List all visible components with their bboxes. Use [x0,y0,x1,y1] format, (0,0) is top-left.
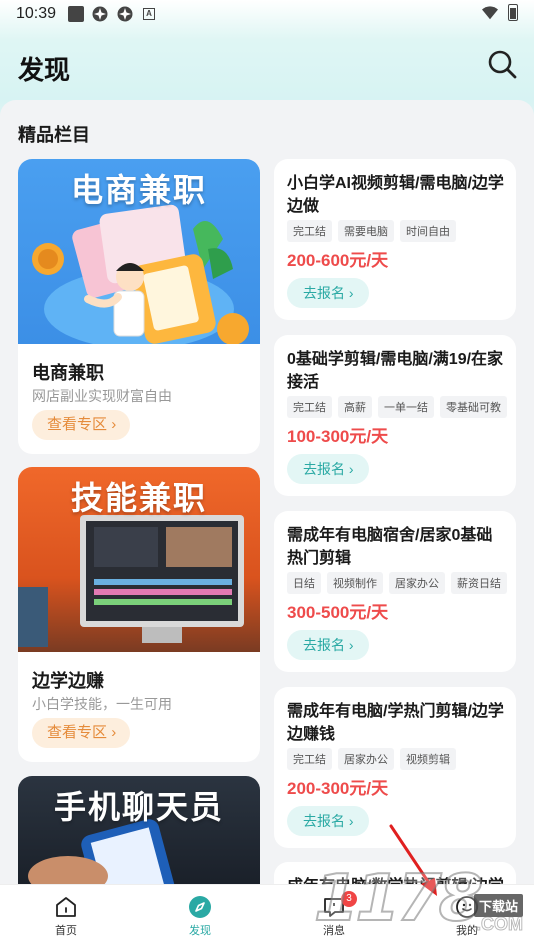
job-tags: 完工结 高薪 一单一结 零基础可教 [287,396,507,418]
job-pay: 200-600元/天 [287,251,389,270]
job-tags: 日结 视频制作 居家办公 薪资日结 [287,572,507,594]
job-pay: 100-300元/天 [287,427,389,446]
chevron-right-icon: › [111,724,117,741]
job-card[interactable]: 小白学AI视频剪辑/需电脑/边学边做 完工结 需要电脑 时间自由 200-600… [274,159,516,320]
apply-button[interactable]: 去报名 › [287,278,369,308]
view-zone-button[interactable]: 查看专区 › [32,718,130,748]
nav-messages-label: 消息 [323,925,345,937]
job-tag: 一单一结 [378,396,434,418]
compass-icon [189,896,211,918]
smile-face-icon [456,896,478,918]
job-tags: 完工结 需要电脑 时间自由 [287,220,456,242]
job-tag: 时间自由 [400,220,456,242]
apply-button[interactable]: 去报名 › [287,806,369,836]
nav-messages[interactable]: 3 消息 [299,885,369,950]
apply-button[interactable]: 去报名 › [287,630,369,660]
search-icon[interactable] [486,48,518,80]
feature-image: 技能兼职 [18,467,260,652]
nav-mine-label: 我的 [456,925,478,937]
apply-label: 去报名 [303,637,345,653]
job-tag: 完工结 [287,748,332,770]
chevron-right-icon: › [348,285,354,301]
nav-home[interactable]: 首页 [31,885,101,950]
feature-card-chat[interactable]: 手机聊天员 [18,776,260,886]
job-tag: 零基础可教 [440,396,507,418]
job-tag: 居家办公 [338,748,394,770]
apply-button[interactable]: 去报名 › [287,454,369,484]
job-tag: 薪资日结 [451,572,507,594]
job-pay: 300-500元/天 [287,603,389,622]
feature-image: 手机聊天员 [18,776,260,886]
job-tag: 完工结 [287,396,332,418]
job-tag: 高薪 [338,396,372,418]
battery-icon [508,4,518,21]
apply-label: 去报名 [303,461,345,477]
job-title: 0基础学剪辑/需电脑/满19/在家接活 [287,351,504,391]
chevron-right-icon: › [348,461,354,477]
job-title: 需成年有电脑宿舍/居家0基础热门剪辑 [287,527,493,567]
section-title: 精品栏目 [18,125,90,145]
nav-home-label: 首页 [55,925,77,937]
feature-subtitle: 网店副业实现财富自由 [32,388,172,404]
wifi-icon [482,6,498,20]
nav-mine[interactable]: 我的 [432,885,502,950]
job-tag: 日结 [287,572,321,594]
feature-image: 电商兼职 [18,159,260,344]
job-card[interactable]: 0基础学剪辑/需电脑/满19/在家接活 完工结 高薪 一单一结 零基础可教 10… [274,335,516,496]
feature-banner-title: 技能兼职 [70,479,207,517]
pinwheel-icon [92,6,108,22]
job-card[interactable]: 需成年有电脑宿舍/居家0基础热门剪辑 日结 视频制作 居家办公 薪资日结 300… [274,511,516,672]
page-title: 发现 [18,55,71,85]
home-icon [56,897,76,917]
job-tag: 居家办公 [389,572,445,594]
view-zone-button[interactable]: 查看专区 › [32,410,130,440]
status-bar: 10:39 A [0,0,534,32]
message-count-badge: 3 [341,891,357,907]
job-card[interactable]: 需成年有电脑/学热门剪辑/边学边赚钱 完工结 居家办公 视频剪辑 200-300… [274,687,516,848]
bottom-nav: 首页 发现 3 消息 我的 [0,884,534,950]
nav-discover[interactable]: 发现 [165,885,235,950]
feature-name: 边学边赚 [32,671,104,691]
notification-app-icon [68,6,84,22]
job-tag: 需要电脑 [338,220,394,242]
job-title: 小白学AI视频剪辑/需电脑/边学边做 [287,175,504,215]
job-tag: 视频剪辑 [400,748,456,770]
job-tags: 完工结 居家办公 视频剪辑 [287,748,456,770]
job-tag: 视频制作 [327,572,383,594]
job-pay: 200-300元/天 [287,779,389,798]
view-zone-label: 查看专区 [47,724,108,741]
status-time: 10:39 [16,5,57,22]
apply-label: 去报名 [303,285,345,301]
view-zone-label: 查看专区 [47,416,108,433]
feature-subtitle: 小白学技能，一生可用 [32,696,172,712]
feature-banner-title: 手机聊天员 [53,788,224,826]
job-tag: 完工结 [287,220,332,242]
pinwheel-icon [117,6,133,22]
chevron-right-icon: › [348,813,354,829]
feature-name: 电商兼职 [32,363,104,383]
a-icon: A [143,8,155,20]
nav-discover-label: 发现 [189,925,211,937]
job-title: 需成年有电脑/学热门剪辑/边学边赚钱 [287,703,504,743]
feature-card-skills[interactable]: 技能兼职 边学边赚 小白学技能，一生可用 查看专区 › [18,467,260,762]
apply-label: 去报名 [303,813,345,829]
chevron-right-icon: › [111,416,117,433]
chevron-right-icon: › [348,637,354,653]
feature-banner-title: 电商兼职 [70,171,207,209]
feature-card-ecommerce[interactable]: 电商兼职 电商兼职 网店副业实现财富自由 查看专区 › [18,159,260,454]
